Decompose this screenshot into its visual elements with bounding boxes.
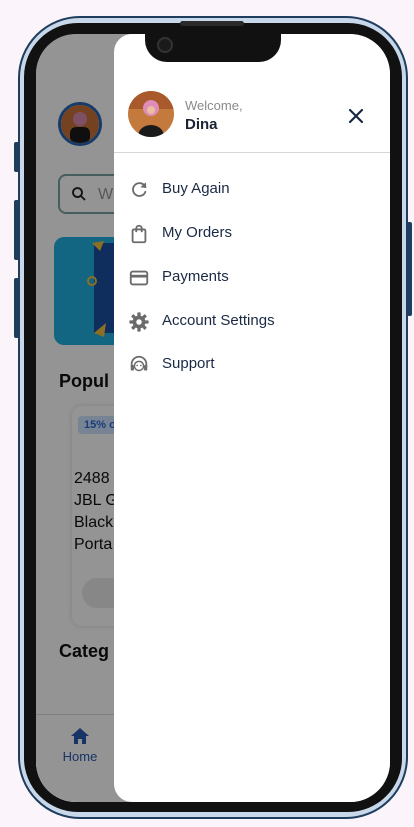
menu-item-my-orders[interactable]: My Orders [114, 216, 390, 252]
gear-icon [129, 312, 149, 332]
welcome-text: Welcome, [185, 98, 243, 113]
user-name: Dina [185, 116, 218, 133]
menu-item-label: Payments [162, 268, 229, 285]
menu-item-label: Support [162, 355, 215, 372]
menu-item-support[interactable]: Support [114, 347, 390, 383]
front-camera [157, 37, 173, 53]
menu-item-label: Account Settings [162, 312, 275, 329]
menu-item-label: Buy Again [162, 180, 230, 197]
drawer-avatar [128, 91, 174, 137]
credit-card-icon [129, 270, 149, 286]
support-agent-icon [130, 355, 148, 372]
close-icon [348, 108, 364, 124]
phone-mute-button [14, 142, 19, 172]
phone-speaker [180, 21, 244, 26]
phone-volume-up-button [14, 200, 19, 260]
side-drawer: Welcome, Dina Buy Again My Orders Paymen… [114, 34, 390, 802]
menu-item-payments[interactable]: Payments [114, 260, 390, 296]
phone-volume-down-button [14, 278, 19, 338]
phone-power-button [407, 222, 412, 316]
menu-item-account-settings[interactable]: Account Settings [114, 304, 390, 340]
refresh-icon [132, 182, 147, 197]
shopping-bag-icon [131, 224, 147, 244]
phone-screen: W Popul 15% o 2488 JBL G Black Porta Cat… [36, 34, 390, 802]
close-drawer-button[interactable] [344, 104, 368, 128]
menu-item-label: My Orders [162, 224, 233, 241]
drawer-header: Welcome, Dina [114, 88, 390, 153]
menu-item-buy-again[interactable]: Buy Again [114, 172, 390, 208]
